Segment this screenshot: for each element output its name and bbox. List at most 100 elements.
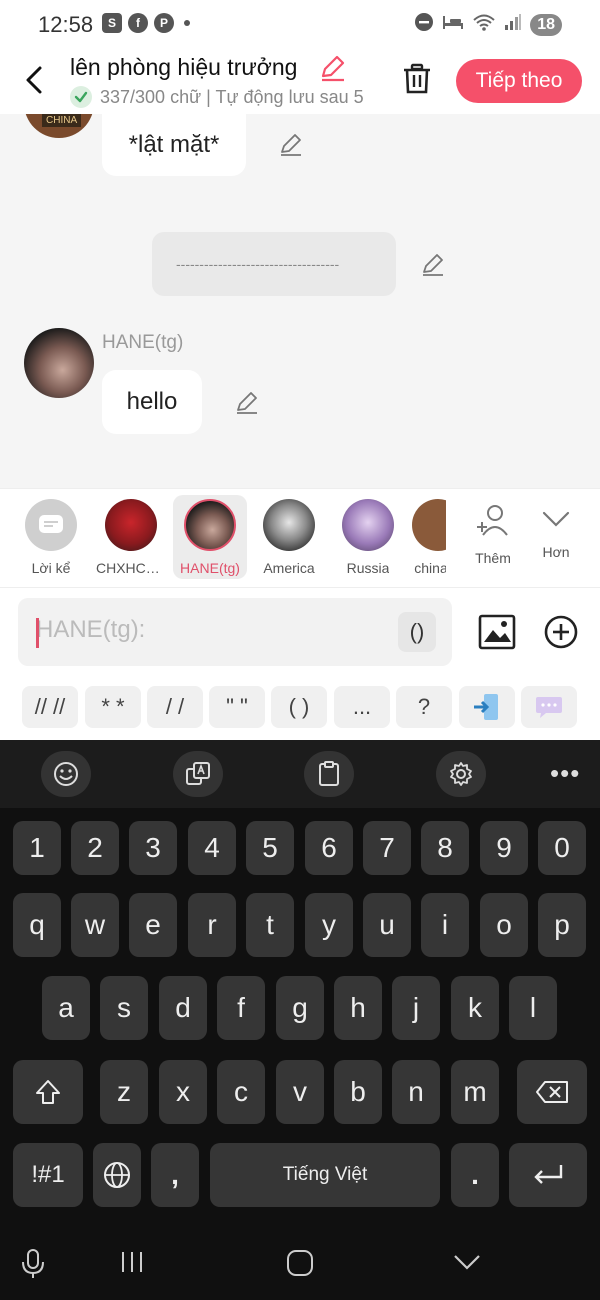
- key-c[interactable]: c: [217, 1060, 265, 1124]
- trash-icon[interactable]: [400, 62, 434, 96]
- emoji-icon[interactable]: [41, 751, 91, 797]
- character-russia[interactable]: Russia: [331, 495, 405, 579]
- pinterest-icon: P: [154, 13, 174, 33]
- insert-paren-button[interactable]: (): [398, 612, 436, 652]
- key-v[interactable]: v: [276, 1060, 324, 1124]
- key-p[interactable]: p: [538, 893, 586, 957]
- quick-insert-parentheses[interactable]: ( ): [271, 686, 327, 728]
- quick-insert-asterisks[interactable]: * *: [85, 686, 141, 728]
- key-7[interactable]: 7: [363, 821, 411, 875]
- key-4[interactable]: 4: [188, 821, 236, 875]
- more-characters-button[interactable]: Hơn: [519, 495, 593, 579]
- space-key[interactable]: Tiếng Việt: [210, 1143, 440, 1207]
- key-3[interactable]: 3: [129, 821, 177, 875]
- key-i[interactable]: i: [421, 893, 469, 957]
- avatar-china[interactable]: CHINA: [24, 114, 94, 138]
- key-8[interactable]: 8: [421, 821, 469, 875]
- symbols-key[interactable]: !#1: [13, 1143, 83, 1207]
- character-america[interactable]: America: [252, 495, 326, 579]
- phone-transfer-icon[interactable]: [459, 686, 515, 728]
- key-j[interactable]: j: [392, 976, 440, 1040]
- key-s[interactable]: s: [100, 976, 148, 1040]
- avatar-china-small: [412, 499, 446, 551]
- next-button[interactable]: Tiếp theo: [456, 59, 582, 103]
- edit-divider-pencil-icon[interactable]: [420, 252, 446, 278]
- key-x[interactable]: x: [159, 1060, 207, 1124]
- quick-insert-quotes[interactable]: " ": [209, 686, 265, 728]
- character-hane[interactable]: HANE(tg): [173, 495, 247, 579]
- microphone-icon[interactable]: [20, 1248, 46, 1285]
- key-o[interactable]: o: [480, 893, 528, 957]
- message-bubble[interactable]: hello: [102, 370, 202, 434]
- character-label: CHXHCN...: [96, 560, 166, 576]
- add-circle-icon[interactable]: [543, 614, 579, 650]
- message-bubble[interactable]: *lật mặt*: [102, 114, 246, 176]
- more-options-icon[interactable]: •••: [550, 758, 580, 789]
- divider-text: -----------------------------------: [176, 256, 340, 272]
- key-e[interactable]: e: [129, 893, 177, 957]
- translate-icon[interactable]: [173, 751, 223, 797]
- avatar-china-label: CHINA: [42, 114, 82, 127]
- divider-bubble[interactable]: -----------------------------------: [152, 232, 396, 296]
- character-china[interactable]: china: [410, 495, 446, 579]
- quick-insert-slashes[interactable]: / /: [147, 686, 203, 728]
- key-l[interactable]: l: [509, 976, 557, 1040]
- backspace-key[interactable]: [517, 1060, 587, 1124]
- image-icon[interactable]: [478, 614, 516, 650]
- keyboard-toolbar: •••: [0, 740, 600, 808]
- system-nav-bar: [0, 1228, 600, 1300]
- key-t[interactable]: t: [246, 893, 294, 957]
- recent-apps-icon[interactable]: [118, 1248, 146, 1281]
- chat-bubble-icon[interactable]: [521, 686, 577, 728]
- home-icon[interactable]: [285, 1248, 315, 1283]
- chevron-down-icon: [540, 505, 572, 538]
- key-h[interactable]: h: [334, 976, 382, 1040]
- key-2[interactable]: 2: [71, 821, 119, 875]
- key-0[interactable]: 0: [538, 821, 586, 875]
- edit-message-pencil-icon[interactable]: [234, 390, 260, 416]
- clipboard-icon[interactable]: [304, 751, 354, 797]
- settings-gear-icon[interactable]: [436, 751, 486, 797]
- quick-insert-bar: // // * * / / " " ( ) ... ?: [0, 676, 600, 740]
- edit-title-pencil-icon[interactable]: [318, 54, 346, 82]
- hide-keyboard-chevron-icon[interactable]: [452, 1248, 482, 1281]
- key-w[interactable]: w: [71, 893, 119, 957]
- editor-header: lên phòng hiệu trưởng 337/300 chữ | Tự đ…: [0, 50, 600, 114]
- avatar-hane[interactable]: [24, 328, 94, 398]
- key-f[interactable]: f: [217, 976, 265, 1040]
- quick-insert-ellipsis[interactable]: ...: [334, 686, 390, 728]
- quick-insert-slashes-double[interactable]: // //: [22, 686, 78, 728]
- key-u[interactable]: u: [363, 893, 411, 957]
- message-input[interactable]: HANE(tg): (): [18, 598, 452, 666]
- key-d[interactable]: d: [159, 976, 207, 1040]
- shift-key[interactable]: [13, 1060, 83, 1124]
- key-m[interactable]: m: [451, 1060, 499, 1124]
- chat-area[interactable]: CHINA *lật mặt* ------------------------…: [0, 114, 600, 488]
- key-b[interactable]: b: [334, 1060, 382, 1124]
- key-1[interactable]: 1: [13, 821, 61, 875]
- back-arrow-icon[interactable]: [20, 62, 50, 98]
- key-y[interactable]: y: [305, 893, 353, 957]
- text-caret: [36, 618, 39, 648]
- key-z[interactable]: z: [100, 1060, 148, 1124]
- key-g[interactable]: g: [276, 976, 324, 1040]
- key-9[interactable]: 9: [480, 821, 528, 875]
- key-5[interactable]: 5: [246, 821, 294, 875]
- key-a[interactable]: a: [42, 976, 90, 1040]
- language-key[interactable]: [93, 1143, 141, 1207]
- key-k[interactable]: k: [451, 976, 499, 1040]
- character-label: Thêm: [475, 550, 511, 566]
- character-chxhcn[interactable]: CHXHCN...: [94, 495, 168, 579]
- key-6[interactable]: 6: [305, 821, 353, 875]
- message-text: *lật mặt*: [128, 131, 220, 158]
- edit-message-pencil-icon[interactable]: [278, 132, 304, 158]
- key-r[interactable]: r: [188, 893, 236, 957]
- enter-key[interactable]: [509, 1143, 587, 1207]
- key-n[interactable]: n: [392, 1060, 440, 1124]
- story-title[interactable]: lên phòng hiệu trưởng: [70, 54, 297, 81]
- quick-insert-question[interactable]: ?: [396, 686, 452, 728]
- comma-key[interactable]: ,: [151, 1143, 199, 1207]
- character-narrator[interactable]: Lời kể: [14, 495, 88, 579]
- key-q[interactable]: q: [13, 893, 61, 957]
- period-key[interactable]: .: [451, 1143, 499, 1207]
